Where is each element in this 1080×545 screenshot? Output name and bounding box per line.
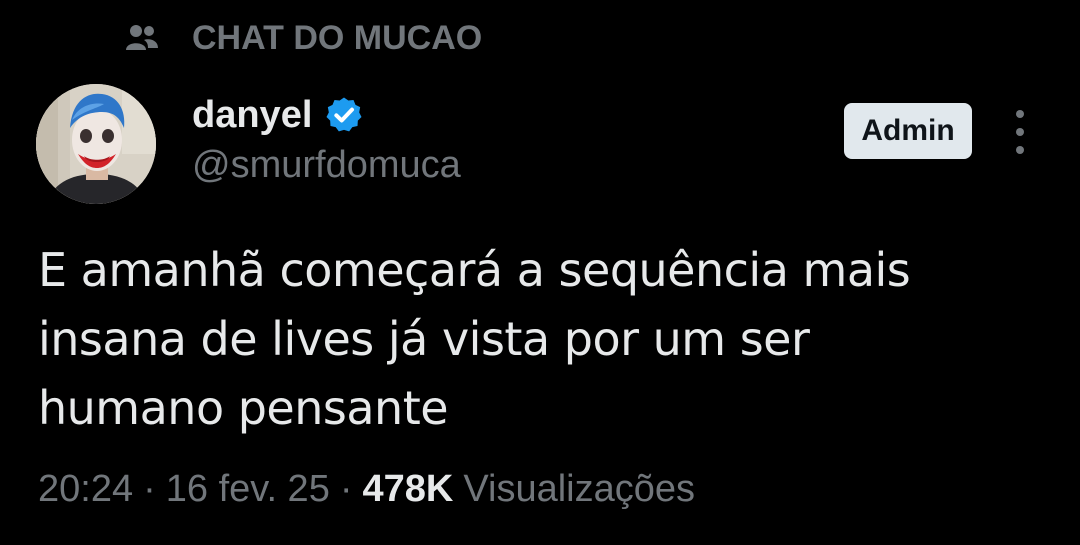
name-row: danyel bbox=[192, 90, 461, 140]
views-count[interactable]: 478K bbox=[363, 468, 454, 511]
tweet-date[interactable]: 16 fev. 25 bbox=[166, 468, 330, 511]
tweet-line: E amanhã começará a sequência mais bbox=[38, 243, 911, 297]
views-label[interactable]: Visualizações bbox=[463, 468, 695, 511]
tweet-time[interactable]: 20:24 bbox=[38, 468, 133, 511]
admin-badge: Admin bbox=[844, 103, 972, 159]
meta-separator: · bbox=[339, 467, 353, 510]
tweet-line: humano pensante bbox=[38, 381, 449, 435]
community-name[interactable]: CHAT DO MUCAO bbox=[192, 19, 482, 58]
verified-badge-icon[interactable] bbox=[324, 95, 364, 135]
meta-separator: · bbox=[143, 467, 156, 510]
tweet-meta: 20:24 · 16 fev. 25 · 478K Visualizações bbox=[38, 462, 695, 516]
tweet-line: insana de lives já vista por um ser bbox=[38, 312, 810, 366]
tweet-text: E amanhã começará a sequência mais insana… bbox=[38, 236, 1048, 443]
community-people-icon bbox=[124, 20, 160, 56]
display-name[interactable]: danyel bbox=[192, 94, 312, 137]
author-block: danyel @smurfdomuca bbox=[192, 90, 461, 187]
handle[interactable]: @smurfdomuca bbox=[192, 144, 461, 187]
more-vertical-icon[interactable] bbox=[1004, 110, 1036, 154]
avatar[interactable] bbox=[36, 84, 156, 204]
community-header[interactable]: CHAT DO MUCAO bbox=[124, 16, 482, 60]
